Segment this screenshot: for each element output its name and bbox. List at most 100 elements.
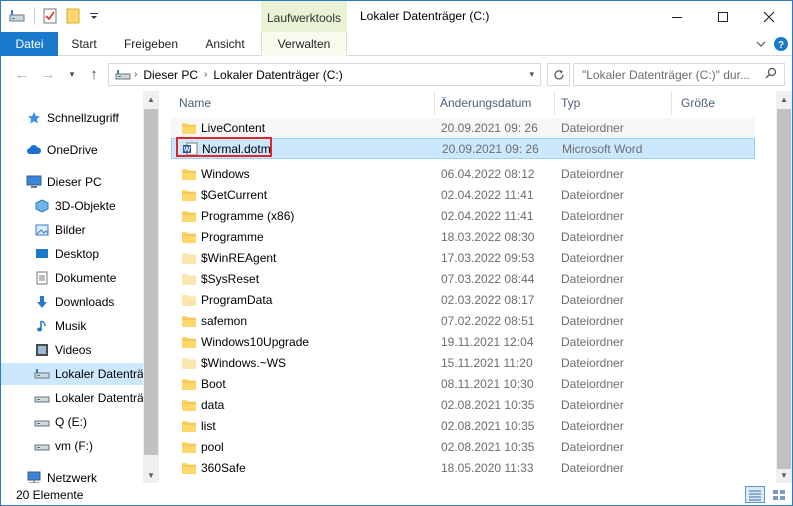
item-count: 20 Elemente — [16, 488, 84, 502]
back-button[interactable]: ← — [13, 65, 31, 83]
status-bar: 20 Elemente — [1, 483, 792, 505]
large-icons-view-button[interactable] — [769, 486, 789, 503]
nav-item-3d-objekte[interactable]: 3D-Objekte — [33, 195, 116, 217]
address-row: ← → ▾ ↑ › Dieser PC › Lokaler Datenträge… — [1, 57, 792, 91]
file-type: Dateiordner — [561, 209, 624, 223]
column-header-size[interactable]: Größe — [681, 91, 761, 115]
drive-icon[interactable] — [8, 7, 26, 25]
nav-item-musik[interactable]: Musik — [33, 315, 86, 337]
file-row[interactable]: ProgramData 02.03.2022 08:17 Dateiordner — [171, 290, 755, 311]
folder-hidden-icon — [181, 293, 197, 307]
nav-item-desktop[interactable]: Desktop — [33, 243, 99, 265]
file-row[interactable]: pool 02.08.2021 10:35 Dateiordner — [171, 437, 755, 458]
nav-item-onedrive[interactable]: OneDrive — [25, 139, 98, 161]
file-type: Dateiordner — [561, 167, 624, 181]
nav-item-dieser-pc[interactable]: Dieser PC — [25, 171, 102, 193]
search-icon[interactable] — [765, 67, 777, 82]
scroll-up-icon[interactable]: ▲ — [143, 91, 159, 107]
file-row[interactable]: $WinREAgent 17.03.2022 09:53 Dateiordner — [171, 248, 755, 269]
column-header-date[interactable]: Änderungsdatum — [440, 91, 555, 115]
nav-item-downloads[interactable]: Downloads — [33, 291, 114, 313]
scrollbar-thumb[interactable] — [144, 109, 158, 455]
file-type: Dateiordner — [561, 335, 624, 349]
file-row[interactable]: $SysReset 07.03.2022 08:44 Dateiordner — [171, 269, 755, 290]
file-row[interactable]: Windows10Upgrade 19.11.2021 12:04 Dateiord… — [171, 332, 755, 353]
tab-start[interactable]: Start — [58, 32, 110, 56]
tab-freigeben[interactable]: Freigeben — [110, 32, 192, 56]
desktop-icon — [33, 245, 51, 263]
recent-locations-button[interactable]: ▾ — [63, 65, 81, 83]
help-icon[interactable]: ? — [773, 36, 789, 52]
file-row[interactable]: 360Safe 18.05.2020 11:33 Dateiordner — [171, 458, 755, 479]
details-view-button[interactable] — [745, 486, 765, 503]
column-separator[interactable] — [671, 91, 672, 115]
maximize-icon — [718, 11, 728, 22]
nav-item-lokaler-datentraeger-c[interactable]: Lokaler Datenträ — [1, 363, 144, 385]
scrollbar-thumb[interactable] — [777, 109, 791, 469]
file-type: Dateiordner — [561, 188, 624, 202]
close-button[interactable] — [746, 1, 792, 32]
folder-icon — [181, 314, 197, 328]
column-header-type[interactable]: Typ — [561, 91, 671, 115]
drive-icon — [33, 389, 51, 407]
properties-icon[interactable] — [41, 7, 59, 25]
tab-datei[interactable]: Datei — [1, 32, 58, 56]
file-row[interactable]: data 02.08.2021 10:35 Dateiordner — [171, 395, 755, 416]
file-row-selected[interactable]: W Normal.dotm 20.09.2021 09: 26 Microsoft W… — [171, 138, 755, 159]
column-header-name[interactable]: Name — [179, 91, 434, 115]
file-row[interactable]: LiveContent 20.09.2021 09: 26 Dateiordner — [171, 118, 755, 139]
customize-quick-access-icon[interactable] — [85, 7, 103, 25]
file-row[interactable]: Windows 06.04.2022 08:12 Dateiordner — [171, 164, 755, 185]
up-button[interactable]: ↑ — [85, 65, 103, 83]
column-separator[interactable] — [554, 91, 555, 115]
forward-button[interactable]: → — [39, 65, 57, 83]
file-name: LiveContent — [201, 121, 266, 135]
arrow-right-icon: → — [40, 65, 56, 83]
expand-ribbon-icon[interactable] — [753, 36, 769, 52]
arrow-left-icon: ← — [14, 65, 30, 83]
file-row[interactable]: list 02.08.2021 10:35 Dateiordner — [171, 416, 755, 437]
file-row[interactable]: Boot 08.11.2021 10:30 Dateiordner — [171, 374, 755, 395]
file-name: $SysReset — [201, 272, 260, 286]
breadcrumb-current-drive[interactable]: Lokaler Datenträger (C:) — [213, 68, 342, 82]
file-row[interactable]: $GetCurrent 02.04.2022 11:41 Dateiordner — [171, 185, 755, 206]
nav-item-bilder[interactable]: Bilder — [33, 219, 86, 241]
file-row[interactable]: $Windows.~WS 15.11.2021 11:20 Dateiordner — [171, 353, 755, 374]
address-bar[interactable]: › Dieser PC › Lokaler Datenträger (C:) ▾ — [108, 63, 541, 86]
file-date: 18.05.2020 11:33 — [441, 461, 534, 475]
music-icon — [33, 317, 51, 335]
nav-item-vm-f[interactable]: vm (F:) — [33, 435, 93, 457]
file-list-scrollbar[interactable]: ▲ ▼ — [776, 91, 792, 483]
new-folder-icon[interactable] — [64, 7, 82, 25]
column-separator[interactable] — [434, 91, 435, 115]
nav-item-videos[interactable]: Videos — [33, 339, 91, 361]
chevron-down-icon: ▾ — [69, 68, 75, 79]
file-date: 02.08.2021 10:35 — [441, 419, 535, 433]
file-row[interactable]: Programme 18.03.2022 08:30 Dateiordner — [171, 227, 755, 248]
word-template-icon: W — [182, 142, 198, 156]
maximize-button[interactable] — [700, 1, 746, 32]
tab-ansicht[interactable]: Ansicht — [192, 32, 258, 56]
nav-item-dokumente[interactable]: Dokumente — [33, 267, 116, 289]
scroll-down-icon[interactable]: ▼ — [776, 467, 792, 483]
file-row[interactable]: Programme (x86) 02.04.2022 11:41 Dateiordn… — [171, 206, 755, 227]
file-row[interactable]: safemon 07.02.2022 08:51 Dateiordner — [171, 311, 755, 332]
navigation-scrollbar[interactable]: ▲ ▼ — [143, 91, 159, 483]
refresh-button[interactable] — [547, 63, 570, 86]
nav-item-q-e[interactable]: Q (E:) — [33, 411, 87, 433]
explorer-window: Laufwerktools Lokaler Datenträger (C:) D… — [0, 0, 793, 506]
nav-item-label: Netzwerk — [47, 471, 98, 483]
nav-item-lokaler-datentraeger-d[interactable]: Lokaler Datenträ — [33, 387, 144, 409]
search-input[interactable] — [582, 67, 752, 82]
nav-item-netzwerk[interactable]: Netzwerk — [25, 467, 97, 483]
search-box[interactable] — [573, 63, 785, 86]
scroll-down-icon[interactable]: ▼ — [143, 467, 159, 483]
tab-verwalten[interactable]: Verwalten — [261, 32, 347, 56]
scroll-up-icon[interactable]: ▲ — [776, 91, 792, 107]
arrow-up-icon: ↑ — [90, 65, 98, 83]
minimize-button[interactable] — [654, 1, 700, 32]
nav-item-schnellzugriff[interactable]: Schnellzugriff — [25, 107, 119, 129]
file-type: Dateiordner — [561, 461, 624, 475]
address-dropdown-icon[interactable]: ▾ — [529, 69, 534, 80]
breadcrumb-dieser-pc[interactable]: Dieser PC — [143, 68, 198, 82]
